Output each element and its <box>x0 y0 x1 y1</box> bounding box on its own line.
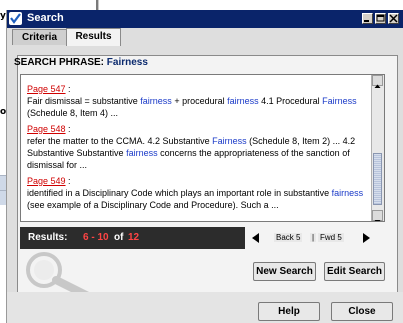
title-bar[interactable]: Search <box>7 10 403 28</box>
search-phrase: SEARCH PHRASE: Fairness <box>14 57 148 68</box>
back-arrow-icon[interactable] <box>252 233 260 246</box>
search-phrase-label: SEARCH PHRASE: <box>14 57 105 68</box>
close-button[interactable]: Close <box>331 302 393 321</box>
search-term-highlight: Fairness <box>212 136 247 146</box>
result-page-colon: : <box>65 124 71 134</box>
results-list[interactable]: Page 547 : Fair dismissal = substantive f… <box>20 74 385 222</box>
search-term-highlight: fairness <box>140 96 172 106</box>
results-total: 12 <box>128 232 140 243</box>
search-term-highlight: fairness <box>126 148 158 158</box>
background-text-fragment: y <box>0 11 6 21</box>
result-page-link[interactable]: Page 548 <box>27 124 66 134</box>
result-item: Page 548 : refer the matter to the CCMA. … <box>27 123 367 171</box>
new-search-button[interactable]: New Search <box>253 262 316 281</box>
result-page-link[interactable]: Page 549 <box>27 176 66 186</box>
forward-5-link[interactable]: Fwd 5 <box>318 233 344 242</box>
tab-criteria[interactable]: Criteria <box>12 29 67 45</box>
scroll-down-button[interactable] <box>372 210 383 221</box>
forward-arrow-icon[interactable] <box>362 233 370 246</box>
window-title: Search <box>27 12 64 24</box>
help-button[interactable]: Help <box>258 302 320 321</box>
results-of: of <box>114 232 124 243</box>
search-term-highlight: Fairness <box>322 96 357 106</box>
result-page-colon: : <box>65 176 71 186</box>
result-snippet: Fair dismissal = substantive fairness + … <box>27 96 357 118</box>
result-snippet: identified in a Disciplinary Code which … <box>27 188 364 210</box>
edit-search-button[interactable]: Edit Search <box>324 262 385 281</box>
results-scrollbar[interactable] <box>371 75 384 221</box>
back-5-link[interactable]: Back 5 <box>274 233 303 242</box>
minimize-button[interactable] <box>362 13 373 24</box>
results-content: Page 547 : Fair dismissal = substantive f… <box>27 83 367 215</box>
scroll-up-button[interactable] <box>372 75 383 88</box>
close-window-button[interactable] <box>388 13 399 24</box>
maximize-button[interactable] <box>375 13 386 24</box>
results-range: 6 - 10 <box>83 232 109 243</box>
tab-results[interactable]: Results <box>66 28 121 46</box>
search-term-highlight: fairness <box>227 96 259 106</box>
search-term-highlight: fairness <box>331 188 364 198</box>
results-bar: Results: 6 - 10 of 12 Back 5 | Fwd 5 <box>20 227 385 249</box>
result-page-link[interactable]: Page 547 <box>27 84 66 94</box>
result-item: Page 549 : identified in a Disciplinary C… <box>27 175 367 211</box>
search-phrase-value: Fairness <box>106 57 148 68</box>
result-item: Page 547 : Fair dismissal = substantive f… <box>27 83 367 119</box>
results-label: Results: <box>28 232 68 243</box>
nav-separator: | <box>310 233 317 242</box>
result-page-colon: : <box>65 84 71 94</box>
result-snippet: refer the matter to the CCMA. 4.2 Substa… <box>27 136 356 170</box>
app-icon <box>9 12 22 25</box>
scroll-thumb[interactable] <box>373 153 382 205</box>
